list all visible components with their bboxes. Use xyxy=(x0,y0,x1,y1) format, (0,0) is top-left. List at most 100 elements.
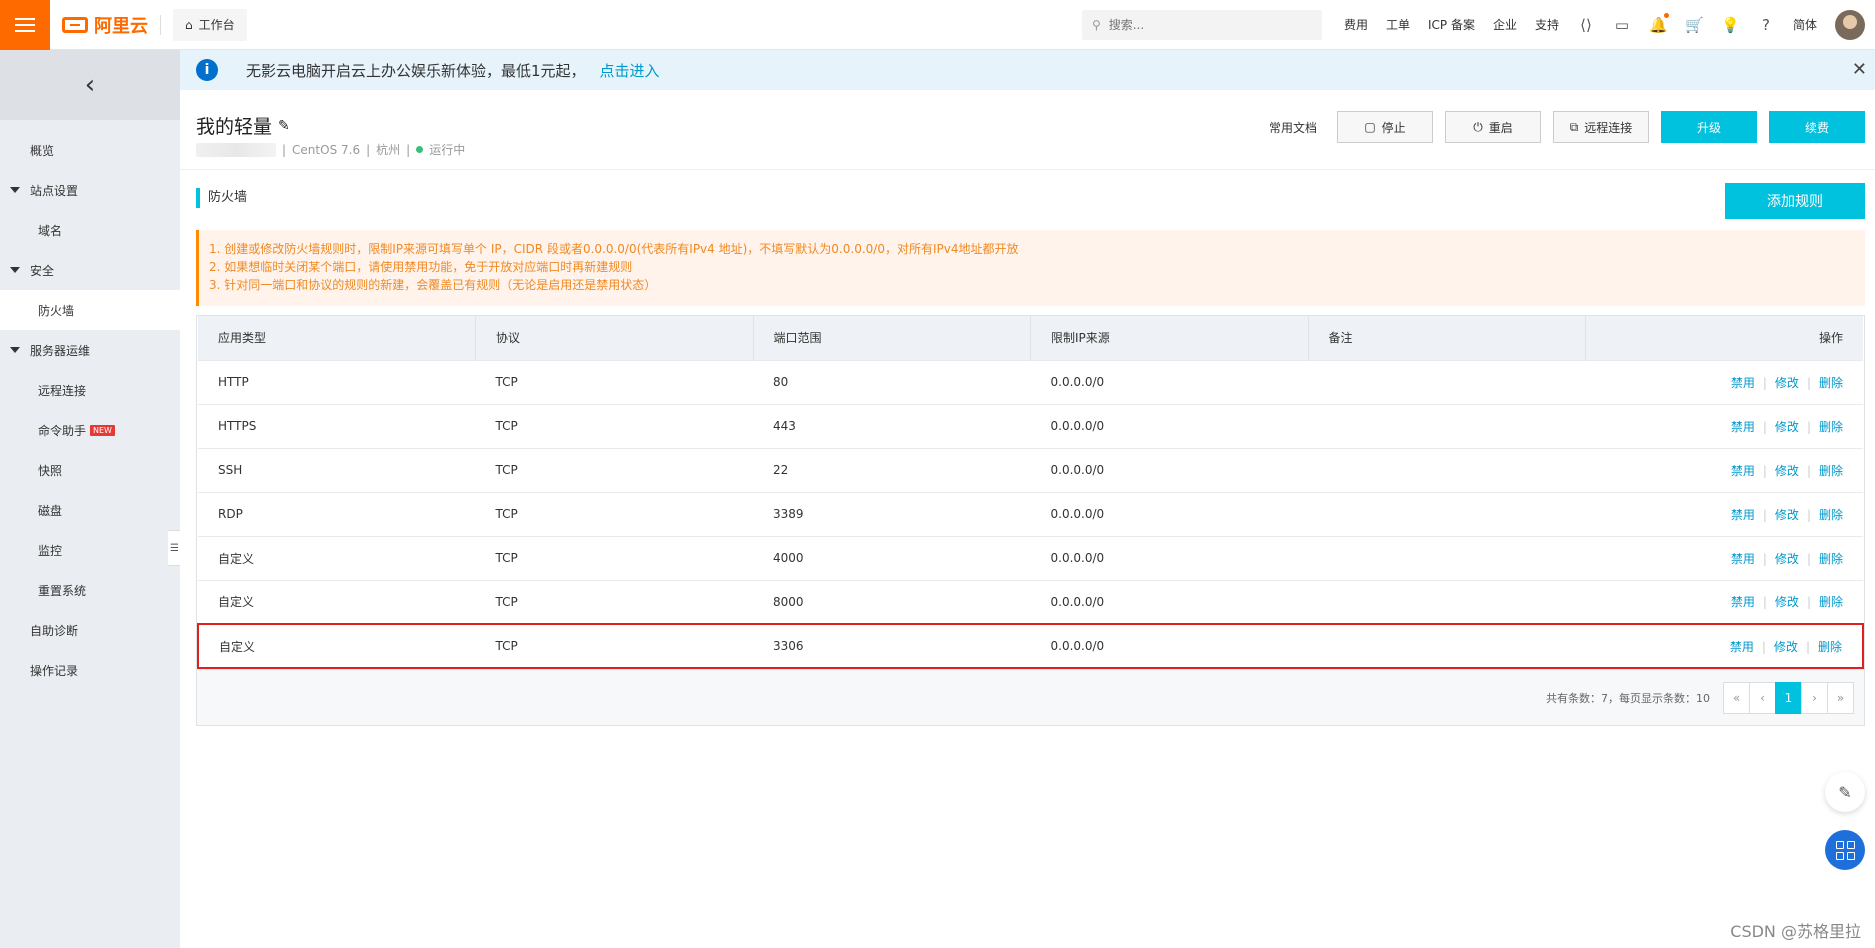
restart-button[interactable]: ⏻ 重启 xyxy=(1445,111,1541,143)
edit-icon[interactable]: ✎ xyxy=(278,118,290,134)
hamburger-menu-button[interactable] xyxy=(0,0,50,50)
cell-protocol: TCP xyxy=(475,623,753,669)
edit-rule-button[interactable]: 修改 xyxy=(1775,376,1799,390)
lightbulb-icon[interactable]: 💡 xyxy=(1721,16,1740,34)
instance-meta: | CentOS 7.6 | 杭州 | 运行中 xyxy=(196,141,465,158)
avatar[interactable] xyxy=(1835,9,1865,40)
disable-rule-button[interactable]: 禁用 xyxy=(1731,508,1755,522)
sidebar-item-firewall[interactable]: 防火墙 xyxy=(0,290,180,330)
col-protocol: 协议 xyxy=(475,316,754,360)
disable-rule-button[interactable]: 禁用 xyxy=(1731,552,1755,566)
remote-icon: ⧉ xyxy=(1569,119,1579,134)
sidebar-item-remote-connect[interactable]: 远程连接 xyxy=(0,370,180,410)
search-input[interactable] xyxy=(1108,17,1289,32)
top-link-billing[interactable]: 费用 xyxy=(1344,16,1368,33)
caret-down-icon xyxy=(10,267,20,273)
disable-rule-button[interactable]: 禁用 xyxy=(1731,464,1755,478)
edit-rule-button[interactable]: 修改 xyxy=(1775,508,1799,522)
sidebar-item-disk[interactable]: 磁盘 xyxy=(0,490,180,530)
cell-port: 4000 xyxy=(753,535,1031,580)
top-links: 费用 工单 ICP 备案 企业 支持 xyxy=(1344,16,1559,33)
edit-rule-button[interactable]: 修改 xyxy=(1775,464,1799,478)
disable-rule-button[interactable]: 禁用 xyxy=(1730,640,1754,654)
delete-rule-button[interactable]: 删除 xyxy=(1819,420,1843,434)
sidebar-item-domain[interactable]: 域名 xyxy=(0,210,180,250)
sidebar-group-server-ops[interactable]: 服务器运维 xyxy=(0,330,180,370)
cell-actions: 禁用 | 修改 | 删除 xyxy=(1585,359,1863,404)
edit-rule-button[interactable]: 修改 xyxy=(1774,640,1798,654)
cell-port: 8000 xyxy=(753,579,1031,624)
feedback-edit-button[interactable]: ✎ xyxy=(1825,772,1865,812)
cell-app-type: 自定义 xyxy=(197,623,476,669)
stop-label: 停止 xyxy=(1381,120,1406,135)
edit-rule-button[interactable]: 修改 xyxy=(1775,420,1799,434)
disable-rule-button[interactable]: 禁用 xyxy=(1731,420,1755,434)
sidebar-item-snapshot[interactable]: 快照 xyxy=(0,450,180,490)
promo-notice: i 无影云电脑开启云上办公娱乐新体验，最低1元起， 点击进入 ✕ xyxy=(180,50,1875,90)
docs-link[interactable]: 常用文档 xyxy=(1269,119,1317,136)
prev-page-button[interactable]: ‹ xyxy=(1749,681,1776,714)
remote-connect-button[interactable]: ⧉ 远程连接 xyxy=(1553,111,1649,143)
col-remark: 备注 xyxy=(1308,316,1586,360)
workbench-button[interactable]: ⌂ 工作台 xyxy=(173,8,247,41)
first-page-button[interactable]: « xyxy=(1723,681,1750,714)
cell-port: 443 xyxy=(753,403,1031,448)
stop-button[interactable]: ▢ 停止 xyxy=(1337,111,1433,143)
cart-icon[interactable]: 🛒 xyxy=(1685,16,1704,34)
instance-header: 我的轻量 ✎ | CentOS 7.6 | 杭州 | 运行中 常用文档 ▢ 停止 … xyxy=(180,90,1875,170)
delete-rule-button[interactable]: 删除 xyxy=(1819,595,1843,609)
cell-port: 3389 xyxy=(753,491,1031,536)
disable-rule-button[interactable]: 禁用 xyxy=(1731,376,1755,390)
page-1-button[interactable]: 1 xyxy=(1775,681,1802,714)
renew-button[interactable]: 续费 xyxy=(1769,111,1865,143)
sidebar-item-operation-log[interactable]: 操作记录 xyxy=(0,650,180,690)
sidebar-item-overview[interactable]: 概览 xyxy=(0,130,180,170)
cell-ip-source: 0.0.0.0/0 xyxy=(1030,623,1308,669)
firewall-tips: 1. 创建或修改防火墙规则时，限制IP来源可填写单个 IP，CIDR 段或者0.… xyxy=(196,230,1865,306)
top-link-support[interactable]: 支持 xyxy=(1535,16,1559,33)
sidebar-group-site-settings[interactable]: 站点设置 xyxy=(0,170,180,210)
last-page-button[interactable]: » xyxy=(1827,681,1854,714)
back-button[interactable]: ‹ xyxy=(0,50,180,120)
table-row: RDP TCP 3389 0.0.0.0/0 禁用 | 修改 | 删除 xyxy=(198,491,1863,536)
delete-rule-button[interactable]: 删除 xyxy=(1819,376,1843,390)
os-label: CentOS 7.6 xyxy=(292,142,361,157)
aliyun-logo[interactable]: 阿里云 xyxy=(62,12,148,38)
delete-rule-button[interactable]: 删除 xyxy=(1818,640,1842,654)
disable-rule-button[interactable]: 禁用 xyxy=(1731,595,1755,609)
search-box[interactable]: ⚲ xyxy=(1081,9,1322,40)
sidebar-item-reset-system[interactable]: 重置系统 xyxy=(0,570,180,610)
sidebar-item-label: 服务器运维 xyxy=(30,343,91,358)
delete-rule-button[interactable]: 删除 xyxy=(1819,508,1843,522)
action-separator: | xyxy=(1762,507,1767,522)
add-rule-button[interactable]: 添加规则 xyxy=(1725,183,1865,219)
help-icon[interactable]: ? xyxy=(1757,16,1775,34)
action-separator: | xyxy=(1806,507,1811,522)
cell-app-type: RDP xyxy=(198,491,476,536)
top-link-ticket[interactable]: 工单 xyxy=(1386,16,1410,33)
sidebar-item-command-assistant[interactable]: 命令助手 NEW xyxy=(0,410,180,450)
upgrade-button[interactable]: 升级 xyxy=(1661,111,1757,143)
sidebar-item-monitor[interactable]: 监控 xyxy=(0,530,180,570)
sidebar: ‹ 概览 站点设置 域名 安全 防火墙 服务器运维 远程连接 命令助手 NEW 快… xyxy=(0,50,182,948)
top-link-icp[interactable]: ICP 备案 xyxy=(1428,16,1475,33)
language-switch[interactable]: 简体 xyxy=(1793,16,1817,33)
sidebar-item-label: 域名 xyxy=(38,223,63,238)
apps-grid-button[interactable] xyxy=(1825,830,1865,870)
delete-rule-button[interactable]: 删除 xyxy=(1819,464,1843,478)
next-page-button[interactable]: › xyxy=(1801,681,1828,714)
edit-rule-button[interactable]: 修改 xyxy=(1775,595,1799,609)
sidebar-group-security[interactable]: 安全 xyxy=(0,250,180,290)
close-icon[interactable]: ✕ xyxy=(1852,59,1867,80)
action-separator: | xyxy=(1806,595,1811,610)
notice-link[interactable]: 点击进入 xyxy=(600,60,660,81)
edit-rule-button[interactable]: 修改 xyxy=(1775,552,1799,566)
top-link-enterprise[interactable]: 企业 xyxy=(1493,16,1517,33)
code-icon[interactable]: ⟨⟩ xyxy=(1577,16,1595,34)
action-separator: | xyxy=(1762,419,1767,434)
bell-icon[interactable]: 🔔 xyxy=(1649,12,1669,34)
sidebar-item-self-diagnosis[interactable]: 自助诊断 xyxy=(0,610,180,650)
delete-rule-button[interactable]: 删除 xyxy=(1819,552,1843,566)
terminal-icon[interactable]: ▭ xyxy=(1613,16,1631,34)
cell-ip-source: 0.0.0.0/0 xyxy=(1030,403,1308,448)
